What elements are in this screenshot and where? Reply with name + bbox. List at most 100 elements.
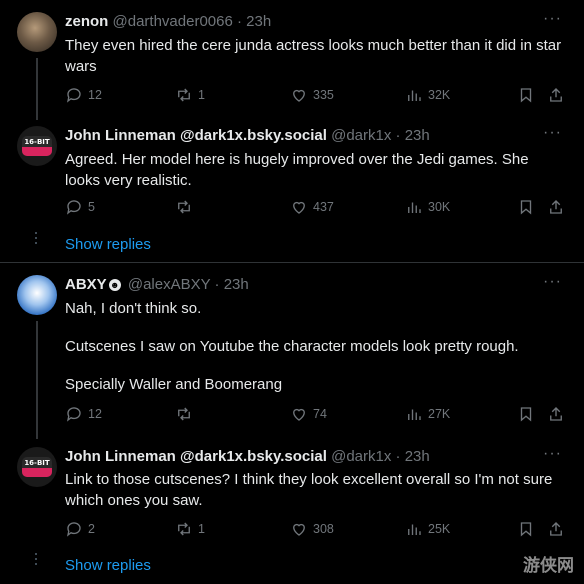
views-button[interactable]: 25K (405, 520, 450, 538)
timestamp[interactable]: 23h (246, 13, 271, 30)
tweet-paragraph: Nah, I don't think so. (65, 300, 202, 317)
share-icon (550, 522, 562, 536)
heart-icon (293, 201, 305, 214)
bookmark-button[interactable] (517, 198, 540, 216)
analytics-icon (408, 202, 421, 213)
tweet-text: Nah, I don't think so. Cutscenes I saw o… (65, 298, 565, 412)
timestamp[interactable]: 23h (405, 127, 430, 144)
display-name[interactable]: John Linneman @dark1x.bsky.social (65, 127, 327, 144)
avatar-logo: 16-BIT (22, 136, 52, 156)
share-button[interactable] (547, 198, 570, 216)
avatar-logo: 16-BIT (22, 457, 52, 477)
tweet-actions: 5 437 30K (65, 198, 562, 218)
share-icon (550, 407, 562, 421)
like-button[interactable]: 437 (290, 198, 334, 216)
reply-icon (66, 88, 81, 103)
bookmark-button[interactable] (517, 405, 540, 423)
like-count: 335 (313, 88, 334, 102)
share-button[interactable] (547, 405, 570, 423)
show-replies-link[interactable]: Show replies (65, 557, 151, 574)
display-name[interactable]: zenon (65, 13, 108, 30)
avatar[interactable]: 16-BIT (17, 447, 57, 487)
tweet-header: ABXY ☻ @alexABXY · 23h (65, 276, 249, 294)
tweet-actions: 12 1 335 32K (65, 86, 562, 106)
thread-dots (35, 553, 38, 568)
retweet-icon (178, 200, 190, 214)
user-handle[interactable]: @dark1x (331, 448, 391, 465)
tweet-text: Link to those cutscenes? I think they lo… (65, 471, 553, 509)
reply-button[interactable]: 2 (65, 520, 95, 538)
views-button[interactable]: 27K (405, 405, 450, 423)
separator: · (214, 276, 220, 293)
reply-count: 12 (88, 407, 102, 421)
heart-icon (293, 89, 305, 102)
reply-button[interactable]: 12 (65, 86, 102, 104)
user-handle[interactable]: @darthvader0066 (113, 13, 233, 30)
tweet-text: They even hired the cere junda actress l… (65, 37, 562, 75)
avatar[interactable] (17, 12, 57, 52)
bookmark-icon (520, 522, 532, 537)
separator: · (395, 448, 401, 465)
reply-button[interactable]: 5 (65, 198, 95, 216)
retweet-button[interactable]: 1 (175, 86, 205, 104)
view-count: 25K (428, 522, 451, 536)
avatar[interactable]: 16-BIT (17, 126, 57, 166)
timestamp[interactable]: 23h (224, 276, 249, 293)
display-name[interactable]: ABXY (65, 276, 107, 293)
like-button[interactable]: 335 (290, 86, 334, 104)
share-button[interactable] (547, 86, 570, 104)
user-handle[interactable]: @alexABXY (128, 276, 211, 293)
tweet-text: Agreed. Her model here is hugely improve… (65, 151, 529, 189)
retweet-icon (178, 88, 190, 102)
more-icon[interactable]: ··· (543, 445, 562, 463)
view-count: 27K (428, 407, 451, 421)
like-button[interactable]: 308 (290, 520, 334, 538)
user-handle[interactable]: @dark1x (331, 127, 391, 144)
bookmark-button[interactable] (517, 520, 540, 538)
analytics-icon (408, 90, 421, 101)
retweet-count: 1 (198, 522, 205, 536)
show-replies-link[interactable]: Show replies (65, 236, 151, 253)
avatar[interactable] (17, 275, 57, 315)
like-button[interactable]: 74 (290, 405, 327, 423)
display-name[interactable]: John Linneman @dark1x.bsky.social (65, 448, 327, 465)
reply-icon (66, 522, 81, 537)
separator: · (395, 127, 401, 144)
tweet-header: John Linneman @dark1x.bsky.social @dark1… (65, 127, 430, 145)
analytics-icon (408, 524, 421, 535)
thread-dots (35, 232, 38, 247)
reply-count: 2 (88, 522, 95, 536)
like-count: 308 (313, 522, 334, 536)
like-count: 74 (313, 407, 327, 421)
view-count: 32K (428, 88, 451, 102)
retweet-button[interactable] (175, 198, 198, 216)
bookmark-icon (520, 88, 532, 103)
verified-badge-icon: ☻ (108, 279, 121, 291)
bookmark-button[interactable] (517, 86, 540, 104)
retweet-icon (178, 407, 190, 421)
more-icon[interactable]: ··· (543, 273, 562, 291)
tweet-paragraph: Cutscenes I saw on Youtube the character… (65, 338, 519, 355)
share-icon (550, 200, 562, 214)
tweet-paragraph: Specially Waller and Boomerang (65, 376, 283, 393)
retweet-icon (178, 522, 190, 536)
reply-button[interactable]: 12 (65, 405, 102, 423)
more-icon[interactable]: ··· (543, 124, 562, 142)
separator: · (237, 13, 242, 30)
thread-line (36, 58, 38, 120)
heart-icon (293, 408, 305, 421)
reply-icon (66, 200, 81, 215)
share-button[interactable] (547, 520, 570, 538)
site-watermark: 游侠网 (523, 556, 574, 576)
timestamp[interactable]: 23h (405, 448, 430, 465)
reply-icon (66, 407, 81, 422)
heart-icon (293, 523, 305, 536)
more-icon[interactable]: ··· (543, 10, 562, 28)
views-button[interactable]: 32K (405, 86, 450, 104)
retweet-button[interactable]: 1 (175, 520, 205, 538)
retweet-button[interactable] (175, 405, 198, 423)
divider (0, 262, 584, 263)
views-button[interactable]: 30K (405, 198, 450, 216)
tweet-header: zenon @darthvader0066 · 23h (65, 13, 271, 31)
retweet-count: 1 (198, 88, 205, 102)
